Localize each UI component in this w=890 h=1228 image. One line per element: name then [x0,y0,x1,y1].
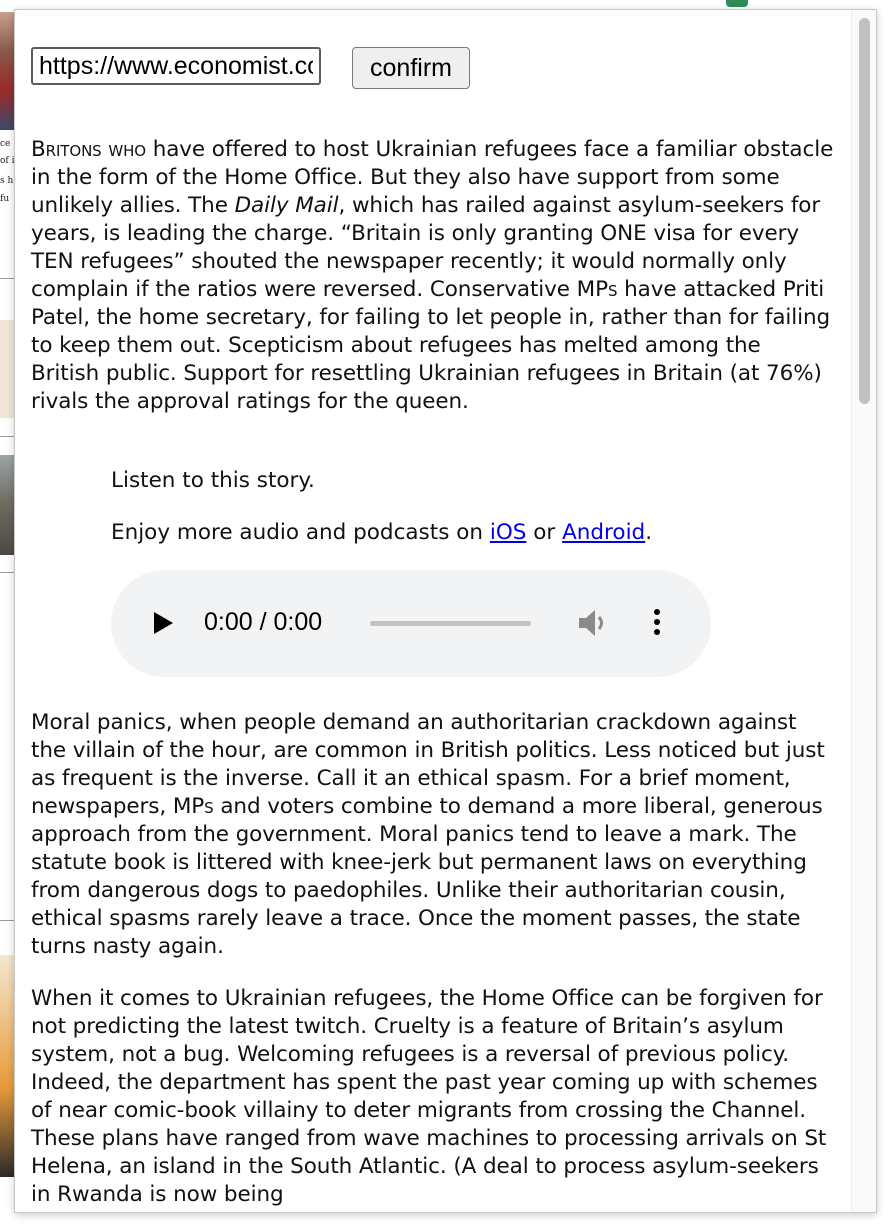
url-input[interactable] [31,47,321,85]
article-paragraph-3: When it comes to Ukrainian refugees, the… [31,986,827,1207]
background-page-strip-right [876,0,890,1228]
background-photo [0,955,14,1177]
popup-scrollbar[interactable] [851,10,876,1212]
divider [0,278,14,279]
reader-popup: confirm Britons who have offered to host… [14,9,877,1213]
background-text: s h [0,176,14,186]
audio-progress-slider[interactable] [370,621,531,626]
promo-text: Enjoy more audio and podcasts on [111,520,490,545]
extension-badge-icon [726,0,748,7]
volume-icon[interactable] [577,608,611,638]
publication-name: Daily Mail [234,193,339,218]
article-paragraph-1: Britons who have offered to host Ukraini… [31,136,835,416]
divider [0,572,14,573]
article-paragraph-2: Moral panics, when people demand an auth… [31,709,835,961]
play-icon[interactable] [154,612,173,634]
background-photo [0,12,14,130]
divider [0,436,14,437]
audio-player: 0:00 / 0:00 [111,570,711,677]
background-page-strip: ce of i s h fu [0,0,14,1228]
background-photo [0,455,14,555]
background-text: ce [0,139,11,149]
scrollbar-thumb[interactable] [859,18,870,404]
abbreviation: MPs [172,794,214,819]
promo-text: . [645,520,653,545]
background-photo [0,320,14,418]
ios-link[interactable]: iOS [490,520,527,545]
listen-label: Listen to this story. [111,468,315,493]
lead-small-caps: Britons who [31,137,146,162]
audio-time: 0:00 / 0:00 [204,608,323,636]
background-text: fu [0,194,10,204]
podcast-promo: Enjoy more audio and podcasts on iOS or … [111,519,751,547]
divider [0,920,14,921]
confirm-button[interactable]: confirm [352,47,470,89]
promo-text: or [526,520,563,545]
android-link[interactable]: Android [562,520,645,545]
more-options-icon[interactable] [649,609,665,639]
background-text: of i [0,156,14,166]
abbreviation: MPs [576,277,618,302]
